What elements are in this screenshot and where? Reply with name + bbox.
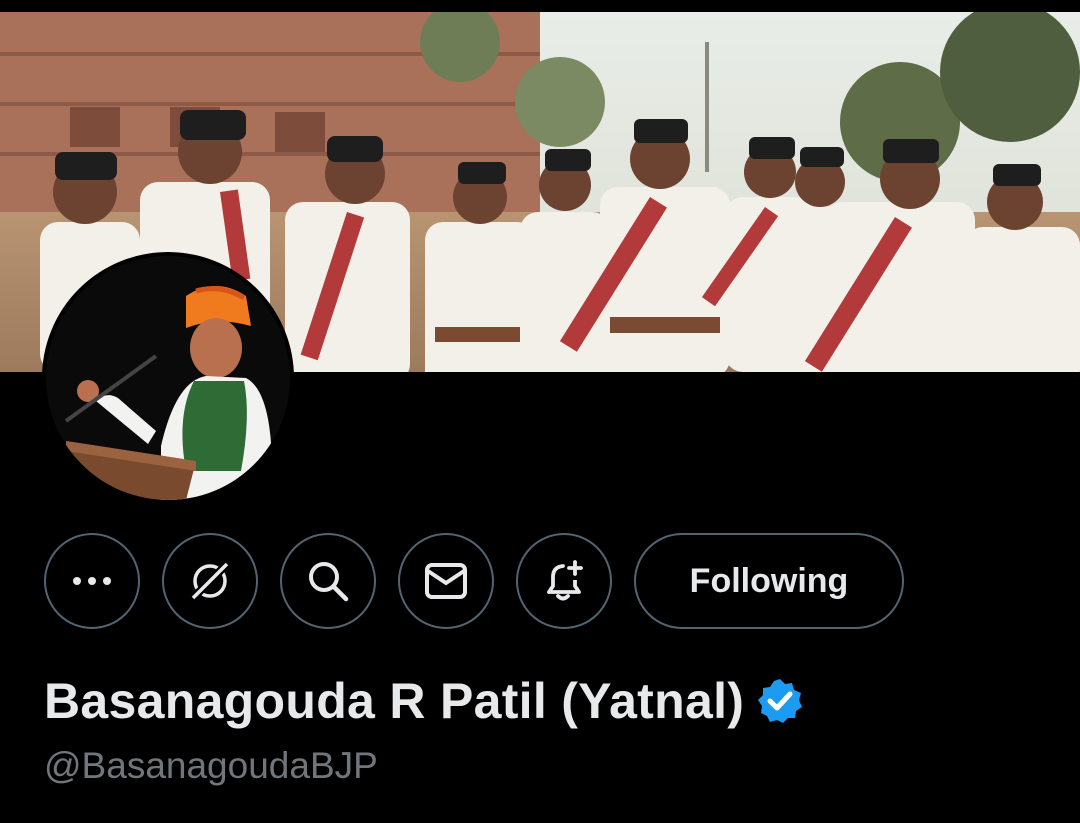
user-handle: @BasanagoudaBJP [44, 745, 378, 786]
display-name: Basanagouda R Patil (Yatnal) [44, 673, 745, 729]
notifications-button[interactable] [516, 533, 612, 629]
message-button[interactable] [398, 533, 494, 629]
grok-button[interactable] [162, 533, 258, 629]
bell-plus-icon [547, 560, 583, 601]
verified-badge-icon[interactable] [756, 677, 804, 725]
search-button[interactable] [280, 533, 376, 629]
search-icon [309, 562, 349, 602]
profile-page: Following Basanagouda R Patil (Yatnal) @… [0, 0, 1080, 823]
envelope-icon [425, 563, 467, 599]
profile-actions: Following [44, 533, 904, 629]
avatar-photo [46, 256, 290, 500]
profile-avatar[interactable] [42, 252, 294, 504]
status-strip [0, 0, 1080, 12]
grok-icon [188, 559, 232, 603]
name-row: Basanagouda R Patil (Yatnal) [44, 672, 804, 730]
following-button[interactable]: Following [634, 533, 904, 629]
more-dots-icon [73, 577, 111, 585]
more-button[interactable] [44, 533, 140, 629]
